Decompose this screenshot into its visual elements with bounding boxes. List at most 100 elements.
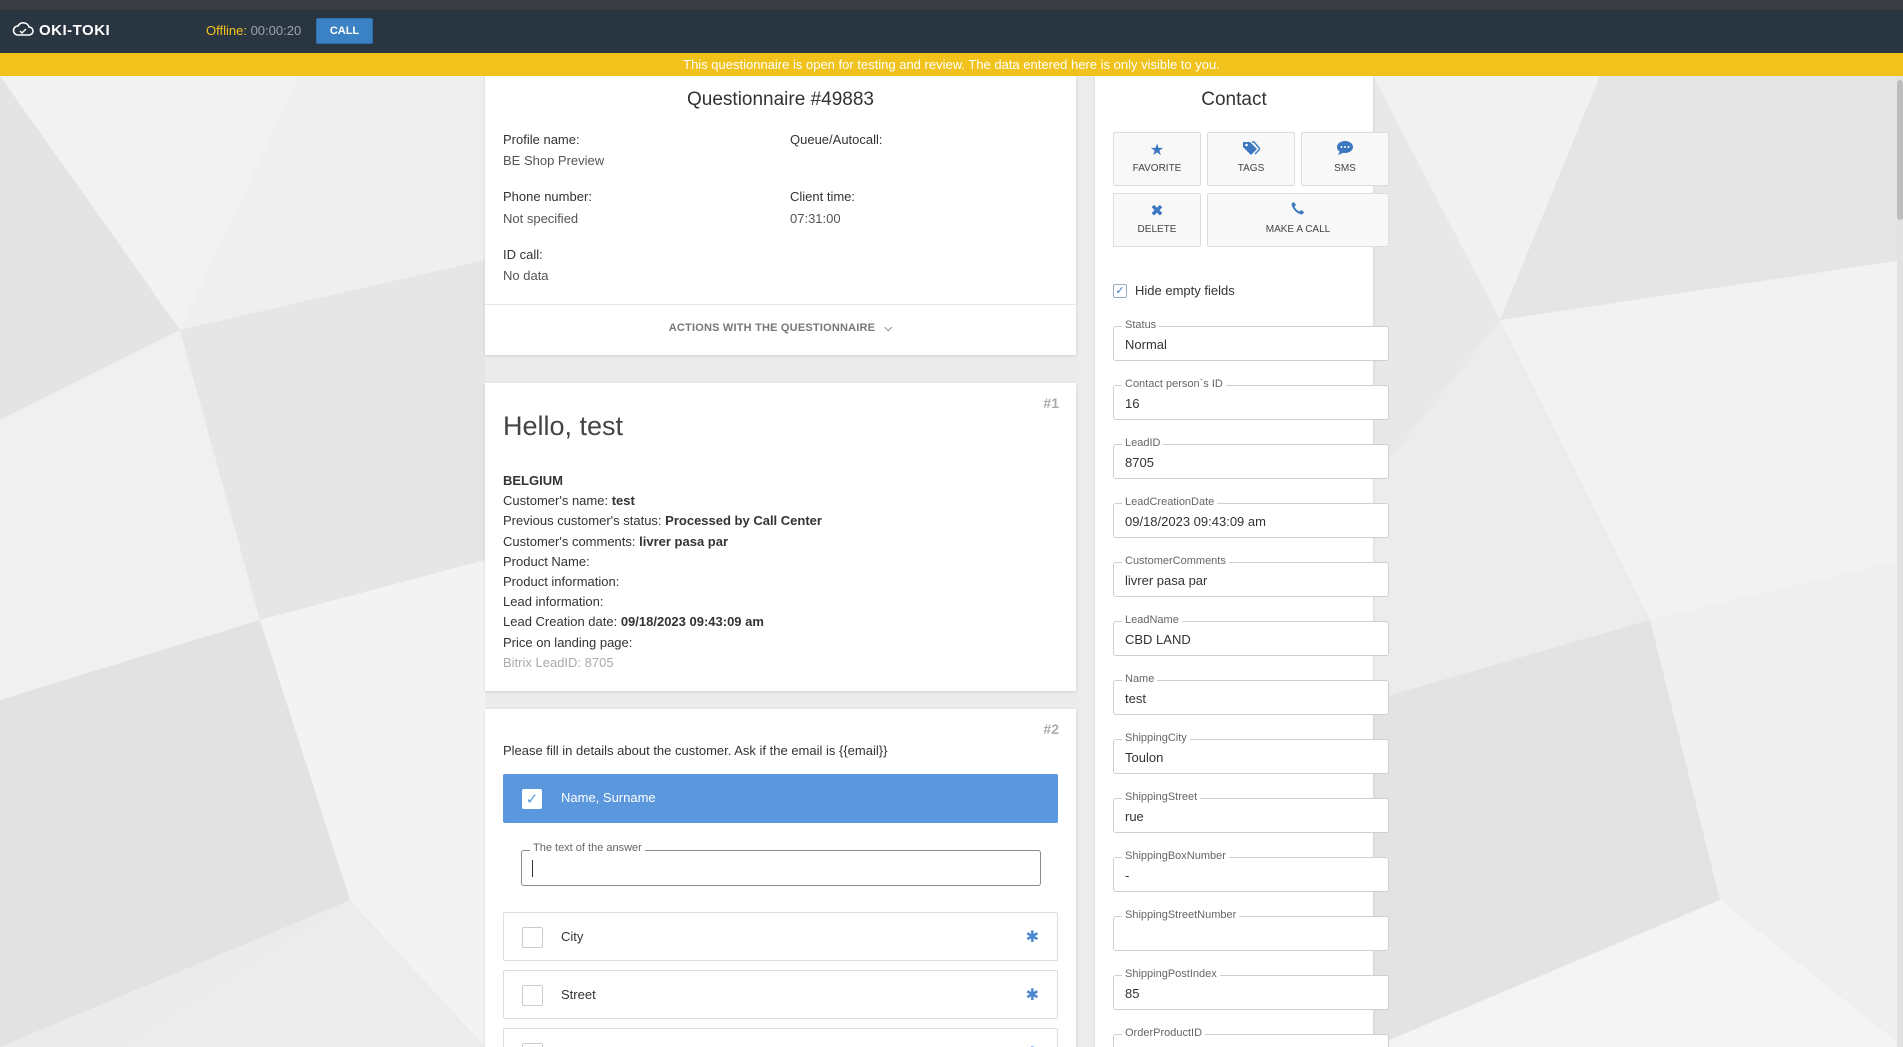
customer-name-label: Customer's name: [503, 493, 609, 509]
customer-name-value: test [611, 493, 635, 509]
app-logo-text: OKI-TOKI [39, 21, 111, 39]
contact-field-input[interactable]: LeadName CBD LAND [1113, 614, 1389, 656]
tags-button[interactable]: TAGS [1207, 132, 1295, 186]
required-asterisk-icon: ✱ [1025, 987, 1039, 1004]
step-2-card: #2 Please fill in details about the cust… [485, 709, 1076, 1047]
contact-field-input[interactable]: Contact person`s ID 16 [1113, 378, 1389, 420]
answer-text-input[interactable]: The text of the answer [521, 842, 1041, 886]
bitrix-lead-id: Bitrix LeadID: 8705 [503, 654, 614, 670]
testing-banner: This questionnaire is open for testing a… [0, 53, 1903, 76]
checkbox[interactable] [522, 927, 543, 948]
lead-creation-value: 09/18/2023 09:43:09 am [620, 614, 764, 630]
close-icon: ✖ [1150, 203, 1164, 220]
contact-field-label: LeadName [1122, 614, 1182, 626]
hide-empty-label: Hide empty fields [1135, 283, 1235, 298]
scrollbar-thumb[interactable] [1897, 80, 1903, 220]
tags-icon [1208, 140, 1294, 161]
option-city[interactable]: City ✱ [503, 912, 1058, 961]
contact-field-label: LeadCreationDate [1122, 496, 1218, 508]
questionnaire-actions-toggle[interactable]: ACTIONS WITH THE QUESTIONNAIRE ⌵ [485, 322, 1076, 334]
comments-label: Customer's comments: [503, 533, 636, 549]
option-street[interactable]: Street ✱ [503, 970, 1058, 1019]
lead-info-block: BELGIUM Customer's name: test Previous c… [503, 471, 822, 673]
questionnaire-actions-label: ACTIONS WITH THE QUESTIONNAIRE [668, 322, 876, 334]
checkbox[interactable] [522, 985, 543, 1006]
contact-field-value: rue [1125, 809, 1144, 824]
contact-field-input[interactable]: LeadCreationDate 09/18/2023 09:43:09 am [1113, 496, 1389, 538]
checkbox-checked-icon[interactable]: ✓ [522, 789, 542, 809]
delete-button[interactable]: ✖ DELETE [1113, 193, 1201, 247]
id-call-label: ID call: [503, 247, 543, 262]
phone-value: Not specified [503, 211, 579, 226]
profile-name-label: Profile name: [503, 132, 580, 147]
contact-field-input[interactable]: OrderProductID58 [1113, 1027, 1389, 1047]
favorite-button[interactable]: ★ FAVORITE [1113, 132, 1201, 186]
app-logo[interactable]: OKI-TOKI [12, 21, 110, 39]
checkbox[interactable] [522, 1043, 543, 1047]
contact-field-input[interactable]: ShippingPostIndex 85 [1113, 968, 1389, 1010]
contact-field-label: Contact person`s ID [1122, 378, 1226, 390]
contact-field-input[interactable]: Status Normal [1113, 319, 1389, 361]
phone-icon [1208, 201, 1388, 220]
contact-card: Contact ★ FAVORITE TAGS SMS ✖ DELETE MAK… [1095, 76, 1389, 1047]
contact-field-label: LeadID [1122, 437, 1164, 449]
queue-label: Queue/Autocall: [790, 132, 883, 147]
contact-field-input[interactable]: LeadID 8705 [1113, 437, 1389, 479]
divider [485, 304, 1076, 305]
contact-field-value: 8705 [1125, 455, 1154, 470]
country-label: BELGIUM [503, 473, 563, 488]
contact-field-input[interactable]: Name test [1113, 673, 1389, 715]
contact-field-input[interactable]: CustomerComments livrer pasa par [1113, 555, 1389, 597]
chat-bubble-icon [1302, 140, 1388, 161]
client-time-label: Client time: [790, 189, 856, 204]
questionnaire-card: Questionnaire #49883 Profile name: BE Sh… [485, 76, 1076, 355]
answer-input-legend: The text of the answer [530, 842, 645, 854]
contact-field-value: test [1125, 691, 1146, 706]
contact-field-value: CBD LAND [1125, 632, 1191, 647]
call-button[interactable]: CALL [316, 18, 373, 44]
contact-field-label: Status [1122, 319, 1160, 331]
delete-label: DELETE [1137, 224, 1177, 235]
status-timer: 00:00:20 [250, 23, 302, 38]
lead-creation-label: Lead Creation date: [503, 614, 618, 630]
id-call-value: No data [503, 268, 549, 283]
contact-field-input[interactable]: ShippingBoxNumber - [1113, 850, 1389, 892]
comments-value: livrer pasa par [639, 533, 729, 549]
window-top-strip [0, 0, 1903, 10]
contact-field-label: Name [1122, 673, 1158, 685]
lead-info-label: Lead information: [503, 594, 604, 610]
sms-button[interactable]: SMS [1301, 132, 1389, 186]
contact-field-input[interactable]: ShippingCity Toulon [1113, 732, 1389, 774]
contact-field-label: ShippingCity [1122, 732, 1190, 744]
option-partial[interactable]: ✱ [503, 1028, 1058, 1047]
hide-empty-fields-toggle[interactable]: ✓ Hide empty fields [1113, 283, 1235, 298]
checkbox-checked-icon[interactable]: ✓ [1113, 283, 1127, 298]
contact-field-value: - [1125, 868, 1130, 883]
star-icon: ★ [1149, 142, 1165, 159]
contact-field-label: OrderProductID [1122, 1027, 1206, 1039]
previous-status-label: Previous customer's status: [503, 513, 662, 529]
previous-status-value: Processed by Call Center [665, 513, 822, 529]
contact-field-label: ShippingStreet [1122, 791, 1201, 803]
contact-field-value: Toulon [1125, 750, 1164, 765]
status-label: Offline: [206, 23, 247, 38]
page-scrollbar[interactable] [1897, 76, 1903, 1047]
contact-field-label: ShippingBoxNumber [1122, 850, 1229, 862]
text-caret [532, 860, 533, 877]
make-call-button[interactable]: MAKE A CALL [1207, 193, 1389, 247]
product-info-label: Product information: [503, 574, 620, 590]
contact-field-value: 85 [1125, 986, 1140, 1001]
product-name-label: Product Name: [503, 553, 590, 569]
option-label: Street [561, 987, 596, 1002]
contact-field-label: CustomerComments [1122, 555, 1229, 567]
option-name-surname[interactable]: ✓ Name, Surname [503, 774, 1058, 823]
sms-label: SMS [1334, 163, 1356, 174]
contact-field-value: 09/18/2023 09:43:09 am [1125, 514, 1266, 529]
step-number: #2 [1043, 721, 1059, 737]
contact-field-input[interactable]: ShippingStreet rue [1113, 791, 1389, 833]
option-label: Name, Surname [561, 790, 656, 805]
step-prompt: Please fill in details about the custome… [503, 743, 888, 758]
option-label: City [561, 929, 584, 944]
contact-field-input[interactable]: ShippingStreetNumber [1113, 909, 1389, 951]
favorite-label: FAVORITE [1132, 163, 1182, 174]
